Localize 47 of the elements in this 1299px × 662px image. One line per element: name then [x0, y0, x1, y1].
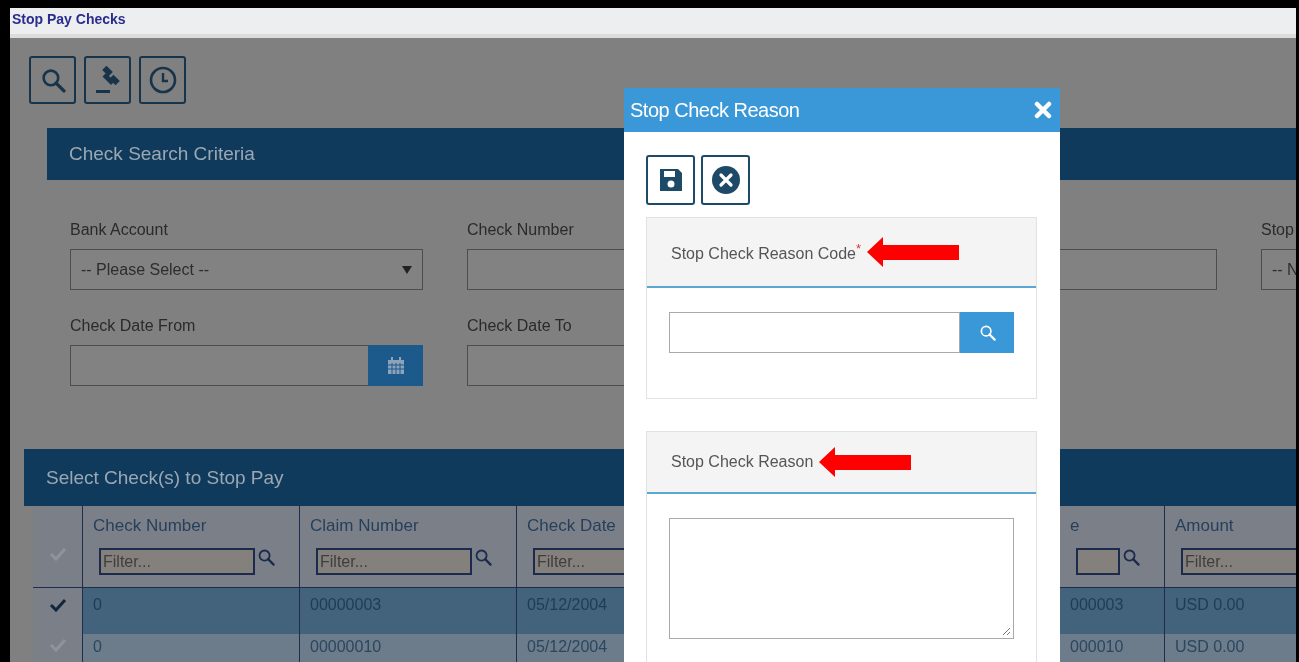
- search-icon: [39, 67, 66, 93]
- filter-field[interactable]: [1076, 548, 1120, 575]
- close-icon: [1034, 101, 1052, 119]
- filter-field[interactable]: Filter...: [316, 548, 472, 575]
- calendar-button[interactable]: [368, 345, 423, 386]
- filter-field[interactable]: Filter...: [1181, 548, 1296, 575]
- field-label: Bank Account: [70, 221, 169, 240]
- column-title: Check Number: [93, 516, 208, 536]
- table-cell: 00000010: [300, 634, 517, 662]
- save-button[interactable]: [646, 155, 695, 205]
- gavel-button[interactable]: [84, 56, 131, 104]
- resize-grip-icon[interactable]: [1002, 627, 1011, 636]
- field-label: Check Date From: [70, 317, 197, 336]
- field-label: Check Date To: [467, 317, 573, 336]
- window-title: Stop Pay Checks: [11, 11, 126, 27]
- column-title: Amount: [1175, 516, 1235, 536]
- checkbox-cell[interactable]: [33, 634, 83, 662]
- dialog-title: Stop Check Reason: [630, 98, 800, 122]
- filter-field[interactable]: Filter...: [99, 548, 255, 575]
- close-button[interactable]: [1034, 101, 1052, 119]
- checkbox-cell[interactable]: [33, 506, 83, 588]
- field-label: Stop Check Reason Code$^{*}$: [671, 240, 862, 264]
- history-button[interactable]: [139, 56, 186, 104]
- select-field[interactable]: -- Please Select --: [70, 249, 423, 290]
- search-button[interactable]: [29, 56, 76, 104]
- caret-icon: [402, 265, 412, 274]
- calendar-icon: [386, 356, 405, 375]
- cancel-icon: [710, 165, 741, 195]
- column-title: Check Date: [527, 516, 617, 536]
- search-button[interactable]: [960, 312, 1014, 353]
- column-title: Claim Number: [310, 516, 420, 536]
- section-title: Select Check(s) to Stop Pay: [46, 466, 284, 489]
- column-title: e: [1070, 516, 1081, 536]
- date-field[interactable]: [70, 345, 368, 386]
- text-field[interactable]: [669, 312, 960, 353]
- clock-icon: [147, 65, 178, 95]
- table-cell: USD 0.00: [1165, 634, 1296, 662]
- checkmark-icon[interactable]: [48, 598, 67, 612]
- checkbox-cell[interactable]: [33, 588, 83, 634]
- field-label: Stop: [1261, 221, 1295, 240]
- cancel-button[interactable]: [701, 155, 750, 205]
- search-icon: [978, 324, 996, 341]
- field-label: Check Number: [467, 221, 575, 240]
- table-cell: 0: [83, 634, 300, 662]
- section-title: Check Search Criteria: [69, 143, 255, 165]
- field-label: Stop Check Reason: [671, 453, 814, 471]
- text-area[interactable]: [669, 518, 1014, 639]
